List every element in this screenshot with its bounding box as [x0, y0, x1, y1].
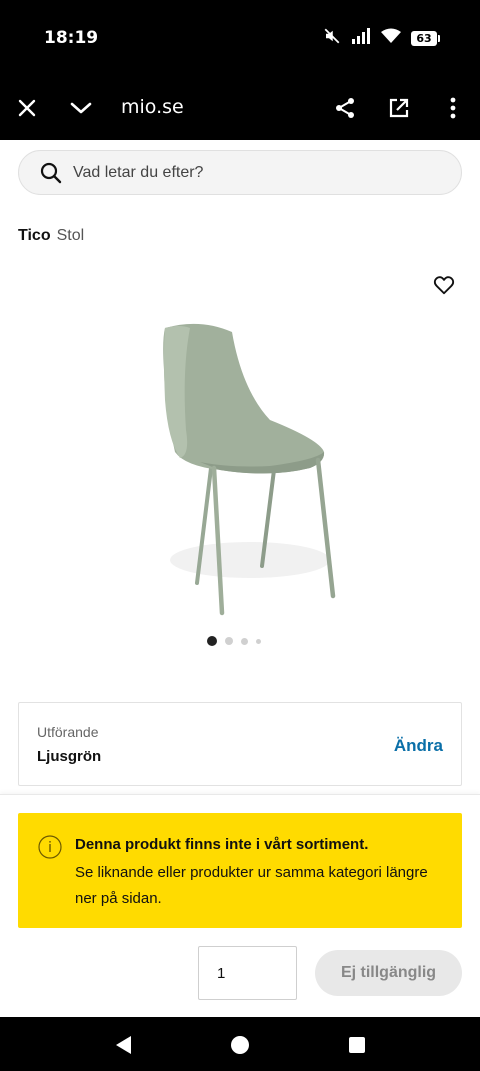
battery-icon: 63 [411, 31, 440, 46]
search-placeholder: Vad letar du efter? [73, 164, 204, 181]
notice-body: Se liknande eller produkter ur samma kat… [75, 864, 428, 907]
availability-notice: Denna produkt finns inte i vårt sortimen… [18, 813, 462, 928]
recents-icon[interactable] [346, 1034, 368, 1056]
wifi-icon [381, 28, 401, 49]
product-type: Stol [56, 227, 85, 244]
variant-value: Ljusgrön [37, 748, 102, 765]
system-nav-bar [0, 1017, 480, 1071]
info-icon [38, 835, 62, 864]
share-icon[interactable] [333, 96, 357, 120]
image-carousel-dots [207, 636, 261, 646]
purchase-panel: Denna produkt finns inte i vårt sortimen… [0, 794, 480, 1017]
mute-icon [323, 27, 341, 50]
heart-icon[interactable] [433, 274, 455, 296]
product-title: Tico Stol [18, 227, 84, 245]
change-variant-button[interactable]: Ändra [394, 736, 443, 756]
battery-level: 63 [411, 31, 437, 46]
quantity-field[interactable]: 1 [198, 946, 297, 1000]
carousel-dot[interactable] [241, 637, 248, 645]
open-external-icon[interactable] [387, 96, 411, 120]
chevron-down-icon[interactable] [69, 96, 93, 120]
carousel-dot[interactable] [207, 636, 217, 646]
status-icons: 63 [323, 27, 440, 50]
quantity-value: 1 [217, 965, 226, 982]
search-input[interactable]: Vad letar du efter? [18, 150, 462, 195]
variant-label: Utförande [37, 724, 99, 740]
variant-selector[interactable]: Utförande Ljusgrön Ändra [18, 702, 462, 786]
carousel-dot[interactable] [225, 637, 233, 645]
url-text[interactable]: mio.se [121, 96, 184, 118]
unavailable-button[interactable]: Ej tillgänglig [315, 950, 462, 996]
status-time: 18:19 [44, 28, 99, 48]
home-icon[interactable] [229, 1034, 251, 1056]
more-vert-icon[interactable] [441, 96, 465, 120]
carousel-dot[interactable] [256, 638, 261, 644]
close-icon[interactable] [15, 96, 39, 120]
back-icon[interactable] [112, 1034, 134, 1056]
browser-toolbar: mio.se [0, 76, 480, 140]
search-icon [40, 162, 62, 189]
product-name: Tico [18, 227, 51, 244]
notice-title: Denna produkt finns inte i vårt sortimen… [75, 836, 369, 853]
status-bar: 18:19 63 [0, 0, 480, 76]
signal-icon [351, 28, 371, 49]
product-image[interactable] [120, 310, 360, 620]
